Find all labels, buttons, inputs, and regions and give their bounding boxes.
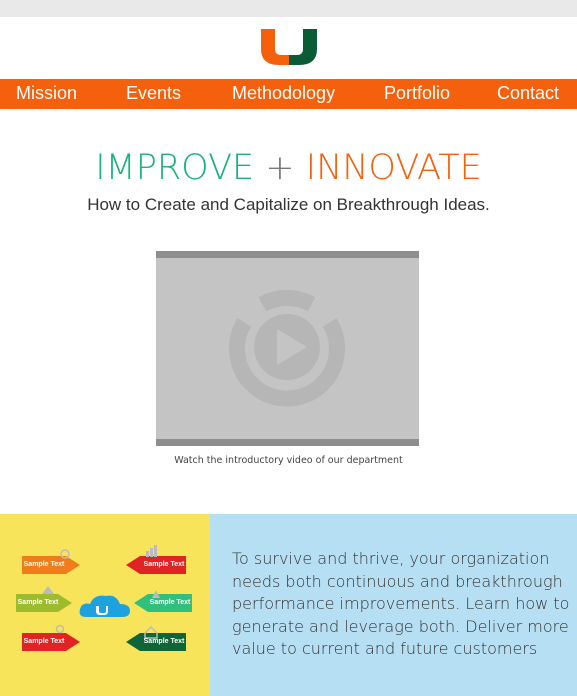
infographic-label: Sample Text xyxy=(17,599,59,606)
infographic-panel: Sample Text Sample Text Sample Text Samp… xyxy=(0,514,210,696)
top-strip xyxy=(0,0,577,17)
nav-mission[interactable]: Mission xyxy=(16,79,77,109)
video-caption: Watch the introductory video of our depa… xyxy=(174,455,403,466)
hero-subheadline: How to Create and Capitalize on Breakthr… xyxy=(87,195,490,214)
headline-plus: + xyxy=(265,148,295,188)
infographic-label: Sample Text xyxy=(23,638,65,645)
headline-innovate: INNOVATE xyxy=(305,148,482,188)
infographic-label: Sample Text xyxy=(23,561,65,568)
play-icon[interactable] xyxy=(217,277,357,417)
university-u-logo[interactable] xyxy=(259,29,319,65)
nav-events[interactable]: Events xyxy=(126,79,181,109)
nav-contact[interactable]: Contact xyxy=(497,79,559,109)
main-navigation: Mission Events Methodology Portfolio Con… xyxy=(0,79,577,109)
infographic-label: Sample Text xyxy=(149,599,191,606)
infographic-label: Sample Text xyxy=(143,638,185,645)
headline-improve: IMPROVE xyxy=(95,148,255,188)
infographic-label: Sample Text xyxy=(143,561,185,568)
video-bottom-bar xyxy=(156,439,419,446)
nav-portfolio[interactable]: Portfolio xyxy=(384,79,450,109)
hero-headline: IMPROVE + INNOVATE xyxy=(0,148,577,188)
video-top-bar xyxy=(156,251,419,258)
intro-video-player[interactable] xyxy=(156,251,419,446)
nav-methodology[interactable]: Methodology xyxy=(232,79,335,109)
description-text: To survive and thrive, your organization… xyxy=(232,549,570,658)
